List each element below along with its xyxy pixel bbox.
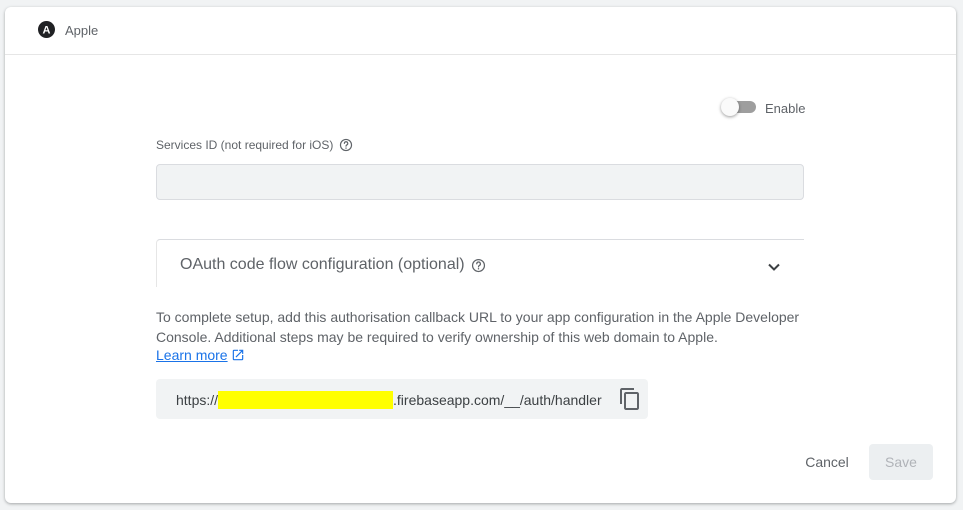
help-icon[interactable]	[339, 138, 353, 152]
cancel-button[interactable]: Cancel	[790, 444, 864, 480]
enable-toggle[interactable]	[721, 97, 759, 117]
card-header: A Apple	[5, 7, 956, 55]
enable-label: Enable	[765, 101, 806, 116]
callback-url-prefix: https://	[176, 392, 219, 408]
provider-logo-letter: A	[43, 25, 51, 37]
oauth-config-title-text: OAuth code flow configuration (optional)	[180, 256, 465, 273]
oauth-config-expander[interactable]: OAuth code flow configuration (optional)	[156, 239, 804, 287]
setup-description: To complete setup, add this authorisatio…	[156, 307, 816, 347]
setup-description-line-2: Console. Additional steps may be require…	[156, 329, 718, 345]
apple-provider-card: A Apple Enable Services ID (not required…	[5, 7, 956, 503]
copy-icon[interactable]	[618, 387, 642, 411]
apple-provider-icon: A	[38, 21, 55, 38]
learn-more-link[interactable]: Learn more	[156, 347, 245, 363]
toggle-knob	[721, 98, 739, 116]
setup-description-line-1: To complete setup, add this authorisatio…	[156, 309, 800, 325]
redacted-project-id	[218, 391, 394, 409]
services-id-label: Services ID (not required for iOS)	[156, 138, 353, 152]
callback-url: https:// .firebaseapp.com/__/auth/handle…	[176, 391, 602, 409]
oauth-config-title: OAuth code flow configuration (optional)	[180, 256, 486, 274]
services-id-label-text: Services ID (not required for iOS)	[156, 138, 334, 152]
save-button[interactable]: Save	[869, 444, 933, 480]
external-link-icon	[231, 348, 245, 362]
callback-url-suffix: .firebaseapp.com/__/auth/handler	[393, 392, 602, 408]
help-icon[interactable]	[471, 258, 486, 273]
chevron-down-icon[interactable]	[767, 260, 781, 274]
learn-more-text: Learn more	[156, 347, 228, 363]
services-id-input[interactable]	[156, 164, 804, 200]
callback-url-box: https:// .firebaseapp.com/__/auth/handle…	[156, 379, 648, 419]
provider-name: Apple	[65, 23, 99, 38]
